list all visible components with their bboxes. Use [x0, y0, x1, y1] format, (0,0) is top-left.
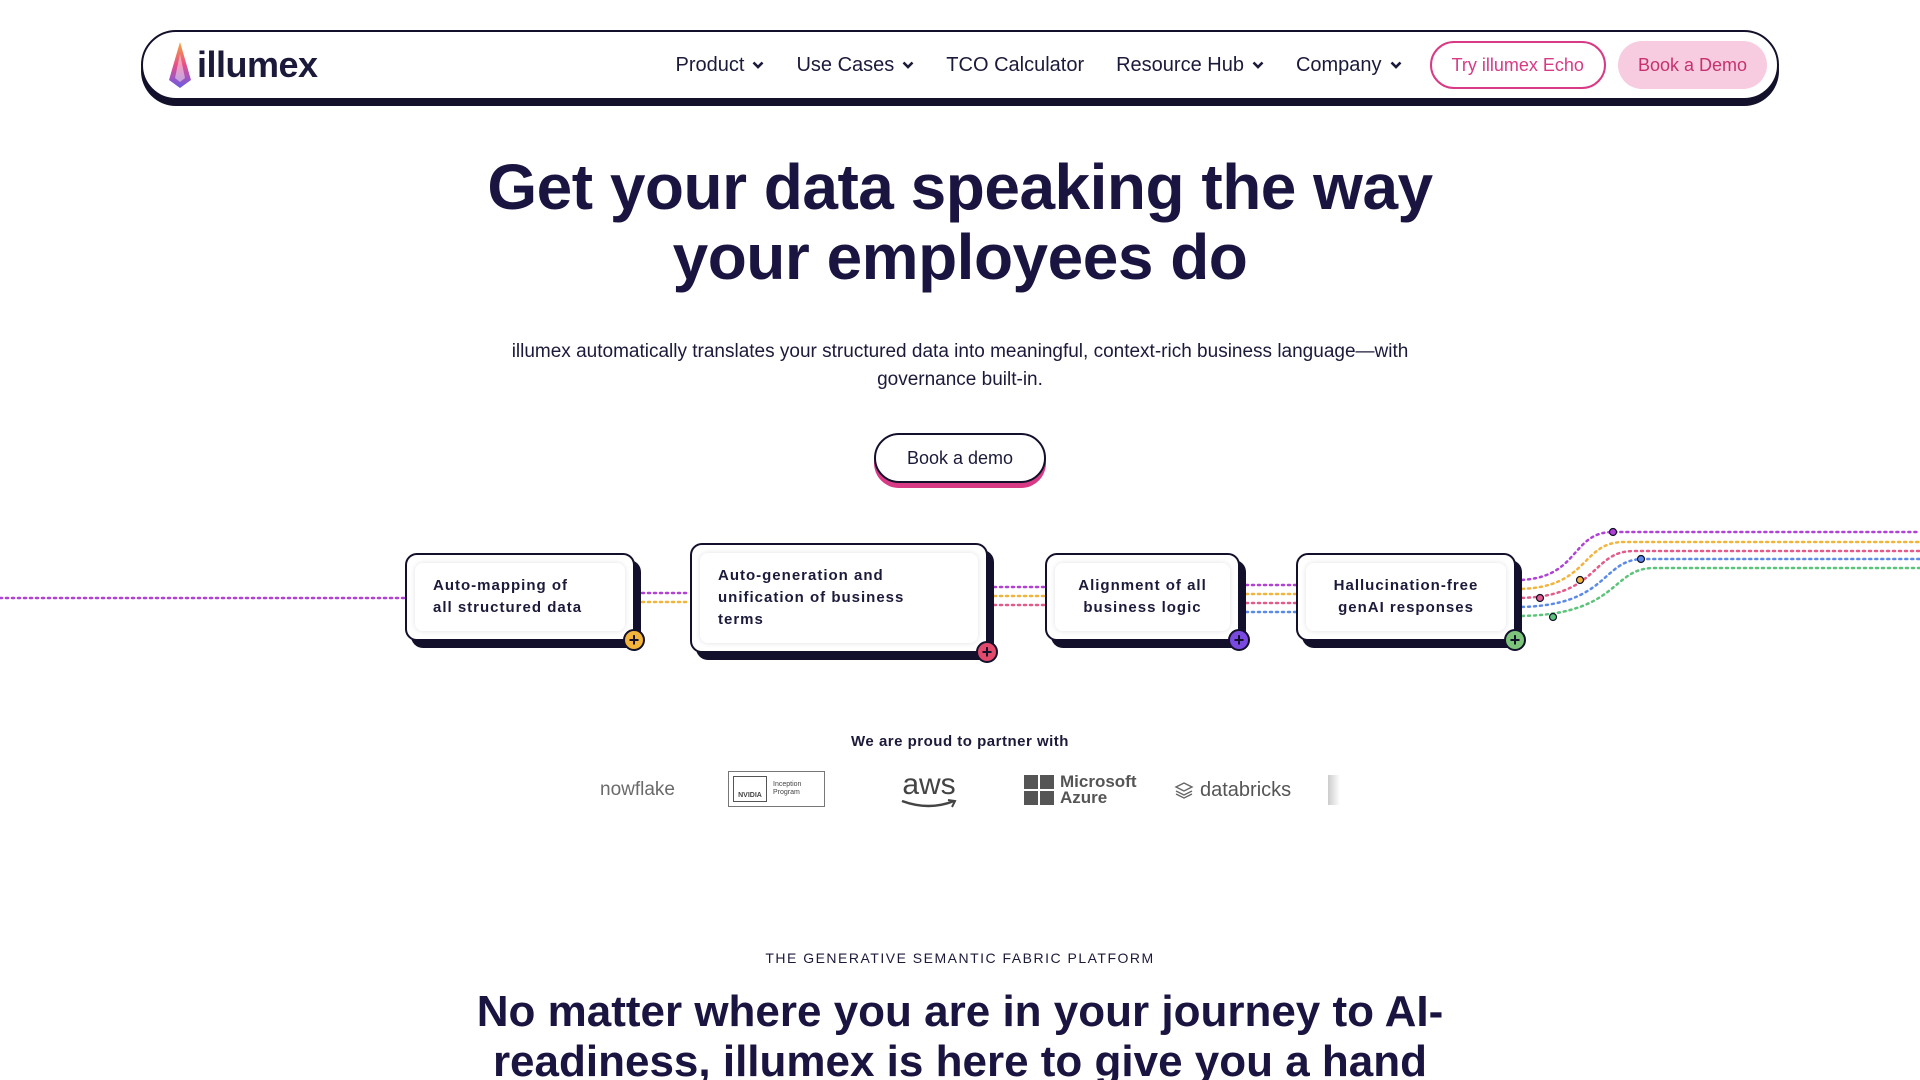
- nav-item-label: Product: [675, 53, 745, 76]
- aws-logo-text: aws: [902, 768, 956, 801]
- feature-card-text: Alignment of all business logic: [1055, 563, 1230, 631]
- feature-card-line: Auto-generation and: [718, 567, 884, 584]
- nvidia-brand-text: NVIDIA: [738, 792, 762, 799]
- databricks-logo-text: databricks: [1200, 778, 1292, 801]
- aws-smile-icon: [901, 799, 957, 808]
- section-title-line: readiness, illumex is here to give you a…: [492, 1037, 1428, 1080]
- databricks-stack-icon: [1174, 782, 1194, 799]
- chevron-down-icon: [1390, 61, 1401, 69]
- feature-card-auto-generation: Auto-generation and unification of busin…: [690, 543, 998, 663]
- section-title-line: No matter where you are in your journey …: [476, 987, 1444, 1036]
- azure-text: Azure: [1060, 788, 1108, 807]
- feature-card-line: Alignment of all: [1078, 577, 1207, 594]
- feature-card-text: Auto-generation and unification of busin…: [700, 553, 978, 643]
- nav-item-label: Company: [1295, 53, 1382, 76]
- section-title: No matter where you are in your journey …: [420, 987, 1500, 1080]
- plus-icon[interactable]: +: [623, 629, 645, 651]
- nav-item-label: Resource Hub: [1116, 53, 1244, 76]
- feature-card-auto-mapping: Auto-mapping of all structured data +: [405, 553, 645, 651]
- book-demo-nav-button[interactable]: Book a Demo: [1617, 41, 1767, 89]
- nvidia-inception-logo: NVIDIA Inception Program: [728, 771, 825, 807]
- flow-node: [1575, 575, 1585, 585]
- nvidia-program-text: Inception Program: [773, 781, 802, 796]
- flow-node: [1548, 612, 1558, 622]
- feature-card-line: Auto-mapping of: [433, 577, 568, 594]
- chevron-down-icon: [753, 61, 764, 69]
- partner-logo-fade: [1328, 775, 1340, 805]
- nav-item-resource-hub[interactable]: Resource Hub: [1116, 54, 1264, 77]
- chevron-down-icon: [1252, 61, 1264, 69]
- partners-label: We are proud to partner with: [851, 733, 1069, 750]
- nav-item-tco-calculator[interactable]: TCO Calculator: [946, 54, 1084, 77]
- plus-icon[interactable]: +: [1504, 629, 1526, 651]
- plus-icon[interactable]: +: [976, 641, 998, 663]
- databricks-logo: databricks: [1174, 765, 1291, 815]
- book-demo-hero-button[interactable]: Book a demo: [874, 433, 1046, 483]
- feature-card-alignment: Alignment of all business logic +: [1045, 553, 1250, 651]
- feature-card-line: business logic: [1083, 599, 1202, 616]
- snowflake-logo: nowflake: [600, 765, 675, 815]
- flow-line: [1514, 530, 1920, 582]
- hero-subtitle-line: illumex automatically translates your st…: [511, 341, 1409, 362]
- flow-node: [1636, 554, 1646, 564]
- nav-item-use-cases[interactable]: Use Cases: [796, 54, 914, 77]
- nav-item-company[interactable]: Company: [1296, 54, 1402, 77]
- logo-text: illumex: [197, 44, 318, 85]
- nav-item-label: TCO Calculator: [946, 53, 1085, 76]
- try-echo-button[interactable]: Try illumex Echo: [1429, 41, 1606, 89]
- flow-line: [1514, 566, 1920, 618]
- partner-logo-carousel: nowflake NVIDIA Inception Program aws Mi…: [600, 765, 1340, 815]
- aws-logo: aws: [900, 765, 958, 815]
- feature-card-line: unification of business: [718, 589, 905, 606]
- logo[interactable]: illumex: [167, 40, 318, 90]
- nav-item-label: Use Cases: [796, 53, 895, 76]
- chevron-down-icon: [902, 61, 914, 69]
- flow-node: [1535, 593, 1545, 603]
- hero-subtitle-line: governance built-in.: [877, 369, 1043, 390]
- hero-subtitle: illumex automatically translates your st…: [440, 338, 1480, 394]
- nav-links: Product Use Cases TCO Calculator Resourc…: [676, 54, 1402, 77]
- flow-node: [1608, 527, 1618, 537]
- hero-title: Get your data speaking the way your empl…: [360, 152, 1560, 292]
- feature-card-text: Auto-mapping of all structured data: [415, 563, 625, 631]
- microsoft-squares-icon: [1024, 775, 1054, 805]
- section-eyebrow: THE GENERATIVE SEMANTIC FABRIC PLATFORM: [765, 950, 1155, 966]
- hero-title-line: Get your data speaking the way: [487, 151, 1433, 223]
- nav-item-product[interactable]: Product: [676, 54, 765, 77]
- feature-card-line: Hallucination-free: [1333, 577, 1479, 594]
- feature-card-line: all structured data: [433, 599, 583, 616]
- feature-card-hallucination-free: Hallucination-free genAI responses +: [1296, 553, 1526, 651]
- feature-card-line: genAI responses: [1338, 599, 1474, 616]
- plus-icon[interactable]: +: [1228, 629, 1250, 651]
- microsoft-azure-logo: Microsoft Azure: [1024, 765, 1137, 815]
- nvidia-eye-icon: NVIDIA: [733, 776, 767, 802]
- flow-line: [1514, 557, 1920, 609]
- hero-title-line: your employees do: [672, 221, 1248, 293]
- top-nav: illumex Product Use Cases TCO Calculator…: [141, 30, 1779, 100]
- logo-flame-icon: [169, 42, 191, 88]
- snowflake-logo-text: nowflake: [600, 779, 675, 800]
- feature-card-text: Hallucination-free genAI responses: [1306, 563, 1506, 631]
- feature-card-line: terms: [718, 611, 764, 628]
